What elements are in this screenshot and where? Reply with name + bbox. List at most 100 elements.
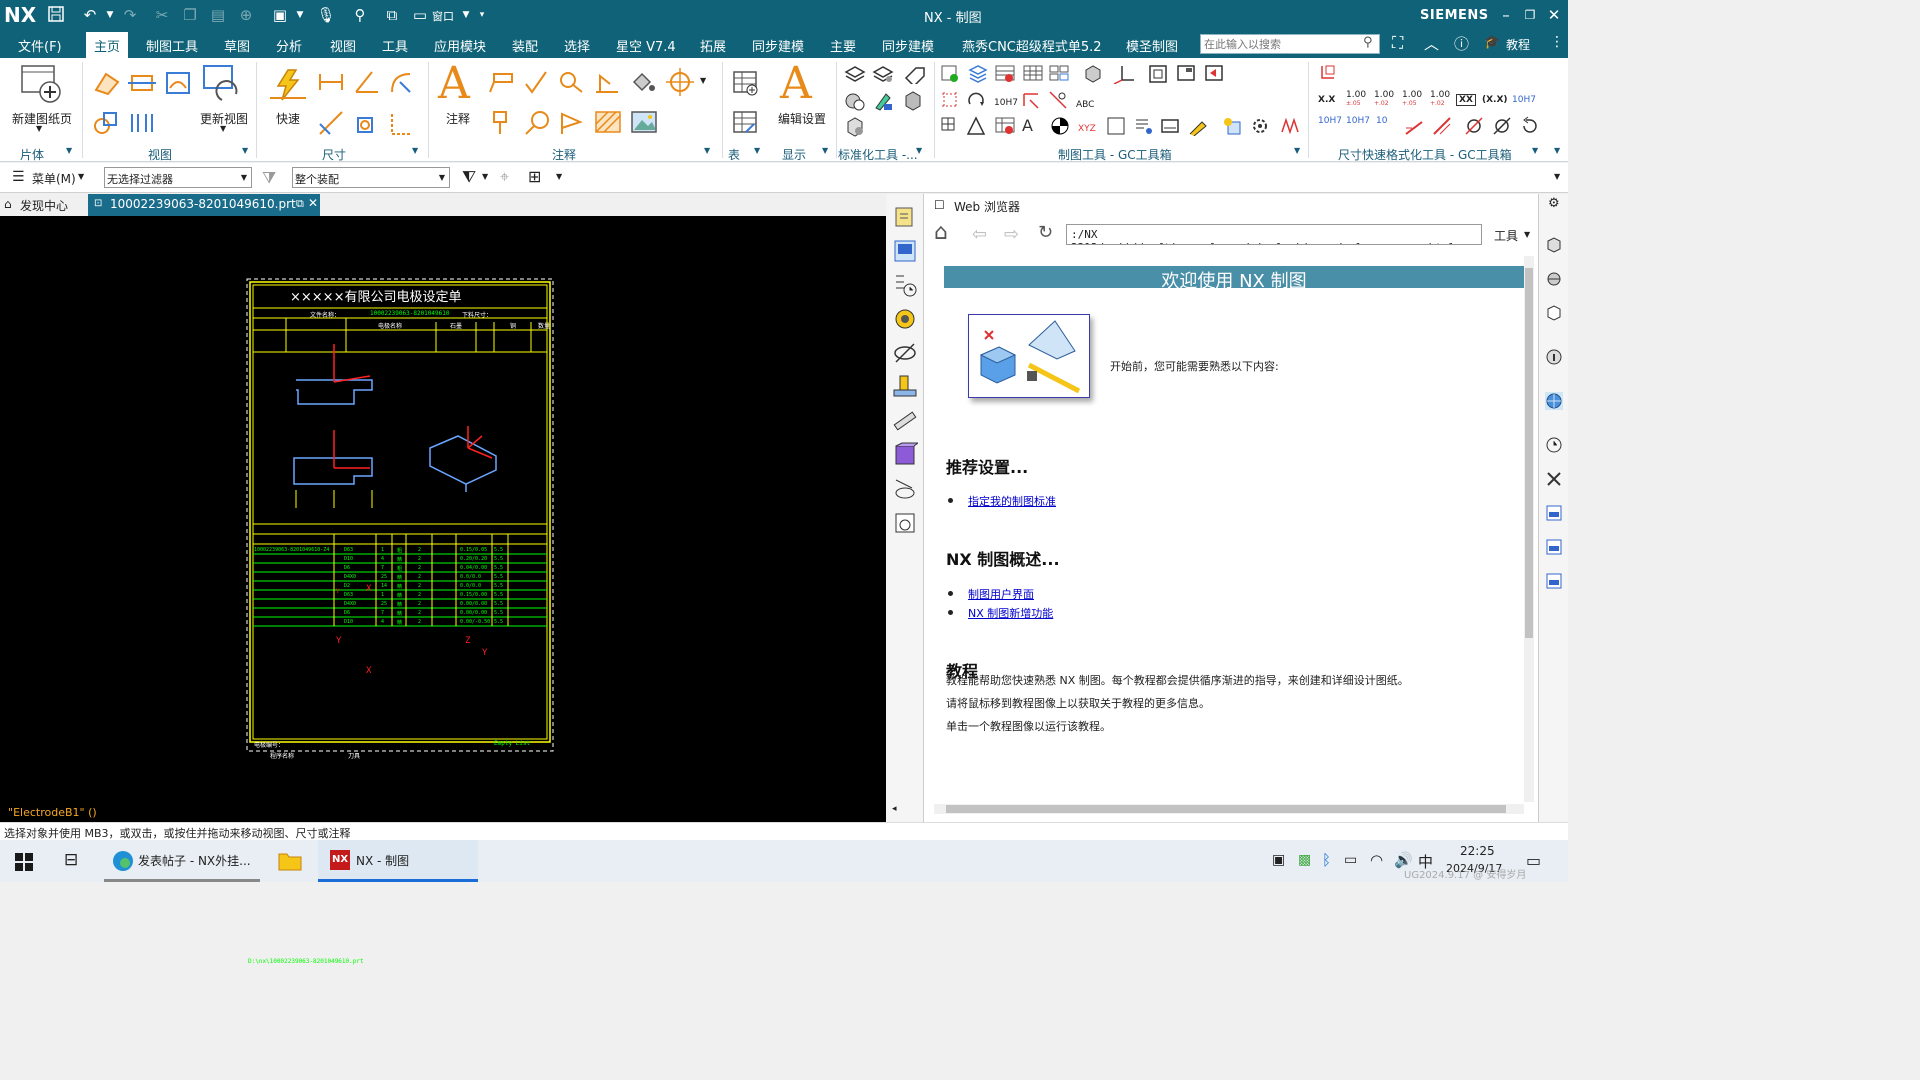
selbar-options-icon[interactable]: ▼ xyxy=(1554,172,1560,181)
refresh-icon[interactable]: ↻ xyxy=(1038,222,1053,243)
reuse-library-icon[interactable] xyxy=(892,306,918,332)
linear-dimension-icon[interactable] xyxy=(318,72,344,92)
point-snap-dropdown-icon[interactable]: ▼ xyxy=(556,172,562,181)
palette-a-icon[interactable] xyxy=(1545,504,1563,522)
edit-object-display-icon[interactable] xyxy=(872,90,894,112)
selection-scope-select[interactable]: 整个装配 ▼ xyxy=(292,167,450,188)
object-display-icon[interactable] xyxy=(844,90,866,112)
gc-frame-icon[interactable] xyxy=(1148,64,1168,84)
part-icon[interactable] xyxy=(1545,304,1563,322)
link-drafting-ui[interactable]: 制图用户界面 xyxy=(968,586,1034,602)
hide-show-icon[interactable] xyxy=(892,476,918,502)
update-view-icon[interactable] xyxy=(202,64,240,104)
gc-fit-10h7[interactable]: 10H7 xyxy=(994,98,1018,108)
gc-wave-icon[interactable] xyxy=(1280,116,1302,136)
group-standardize-dropdown-icon[interactable]: ▼ xyxy=(916,146,922,155)
notification-icon[interactable]: ▭ xyxy=(1526,851,1541,870)
tab-application[interactable]: 应用模块 xyxy=(434,36,486,55)
hatch-icon[interactable] xyxy=(594,110,622,136)
task-view-icon[interactable]: ⊟ xyxy=(64,850,78,870)
tools-icon[interactable] xyxy=(1545,470,1563,488)
search-icon[interactable]: ⚲ xyxy=(1363,35,1373,50)
format-tol-2[interactable]: 1.00 xyxy=(1374,90,1394,100)
layers-icon[interactable] xyxy=(844,64,866,84)
gc-triangle-icon[interactable] xyxy=(966,116,986,136)
menu-dropdown-icon[interactable]: ▼ xyxy=(78,172,84,181)
gc-model-icon[interactable] xyxy=(1082,64,1104,84)
gc-measure-icon[interactable] xyxy=(1022,90,1042,110)
discovery-icon[interactable]: ⌂ xyxy=(4,197,12,211)
gc-origin-icon[interactable] xyxy=(1112,64,1134,84)
format-arrow-b-icon[interactable] xyxy=(1432,116,1452,136)
copy-icon[interactable]: ❐ xyxy=(180,5,200,25)
vertical-scroll-thumb[interactable] xyxy=(1525,268,1533,638)
menu-icon[interactable]: ☰ xyxy=(12,169,25,185)
new-sheet-icon[interactable] xyxy=(20,64,64,104)
link-drafting-standard[interactable]: 指定我的制图标准 xyxy=(968,493,1056,509)
taskbar-edge-item[interactable]: 发表帖子 - NX外挂... xyxy=(104,840,260,882)
assembly-navigator-icon[interactable] xyxy=(1545,236,1563,254)
selection-priority-icon[interactable]: ⌖ xyxy=(500,167,509,187)
gc-layers-icon[interactable] xyxy=(968,64,988,84)
gc-pie-icon[interactable] xyxy=(1050,116,1070,136)
isometric-view[interactable] xyxy=(429,426,497,492)
view-dropdown-icon[interactable]: ▼ xyxy=(290,5,310,25)
snap-filter-icon[interactable]: ⧨ xyxy=(462,167,476,187)
info-icon[interactable] xyxy=(1545,348,1563,366)
tab-discovery-center[interactable]: 发现中心 xyxy=(20,197,68,214)
gc-xyz-text[interactable]: XYZ xyxy=(1078,124,1096,134)
quick-dimension-icon[interactable] xyxy=(270,68,306,102)
windows-start-icon[interactable] xyxy=(14,852,34,872)
save-icon[interactable] xyxy=(46,5,66,25)
group-sheet-dropdown-icon[interactable]: ▼ xyxy=(66,146,72,155)
filter-icon[interactable]: ⧩ xyxy=(262,168,276,188)
gc-sheet-icon[interactable] xyxy=(940,64,960,84)
group-annotation-dropdown-icon[interactable]: ▼ xyxy=(704,146,710,155)
parts-list-icon[interactable] xyxy=(732,110,758,136)
standardize-icon[interactable] xyxy=(844,116,866,138)
gc-title-block-icon[interactable] xyxy=(1176,64,1196,84)
window-icon[interactable]: ▭ xyxy=(410,5,430,25)
tab-main[interactable]: 主要 xyxy=(830,36,856,55)
fill-icon[interactable] xyxy=(630,70,656,94)
constraint-navigator-icon[interactable] xyxy=(1545,270,1563,288)
group-dimension-dropdown-icon[interactable]: ▼ xyxy=(412,146,418,155)
datum-target-icon[interactable] xyxy=(558,70,584,94)
visibility-icon[interactable] xyxy=(892,340,918,366)
collapse-left-icon[interactable]: ◂ xyxy=(892,804,897,814)
top-view[interactable] xyxy=(293,430,373,508)
help-icon[interactable]: ⓘ xyxy=(1454,33,1469,54)
drawing-sheet[interactable] xyxy=(246,278,556,754)
browser-tools-menu[interactable]: 工具 xyxy=(1494,227,1518,244)
microphone-icon[interactable]: 🎙 xyxy=(316,5,336,25)
restore-icon[interactable]: ❐ xyxy=(1520,5,1540,25)
format-fit-c[interactable]: 10 xyxy=(1376,116,1387,126)
taskbar-nx-item[interactable]: NX NX - 制图 xyxy=(318,840,478,882)
tag-icon[interactable] xyxy=(904,64,926,84)
gc-table-icon[interactable] xyxy=(994,64,1016,84)
front-view[interactable] xyxy=(296,344,373,405)
gc-text-a-icon[interactable]: A xyxy=(1022,116,1033,135)
image-icon[interactable] xyxy=(630,110,658,136)
tab-view[interactable]: 视图 xyxy=(330,36,356,55)
gc-abc-text[interactable]: ABC xyxy=(1076,100,1094,110)
group-gc-dimension-dropdown-icon[interactable]: ▼ xyxy=(1532,146,1538,155)
tab-active-file[interactable]: ⊡ 10002239063-8201049610.prt ⧉ ✕ xyxy=(88,194,320,216)
link-new-features[interactable]: NX 制图新增功能 xyxy=(968,605,1053,621)
drawing-navigator-icon[interactable] xyxy=(892,238,918,264)
group-display-dropdown-icon[interactable]: ▼ xyxy=(822,146,828,155)
home-icon[interactable]: ⌂ xyxy=(934,220,948,245)
graphics-window[interactable]: ×××××有限公司电极设定单 文件名称： 10002239063-8201049… xyxy=(0,216,886,965)
command-finder-icon[interactable]: ⚲ xyxy=(350,5,370,25)
table-note-icon[interactable] xyxy=(732,70,758,96)
tab-sketch[interactable]: 草图 xyxy=(224,36,250,55)
back-icon[interactable]: ⇦ xyxy=(972,224,987,245)
tab-selection[interactable]: 选择 xyxy=(564,36,590,55)
horizontal-scroll-thumb[interactable] xyxy=(946,805,1506,813)
minimize-icon[interactable]: – xyxy=(1496,5,1516,25)
gc-box-icon[interactable] xyxy=(1106,116,1126,136)
tutorial-icon[interactable]: 🎓 xyxy=(1484,35,1500,50)
tab-popout-icon[interactable]: ⧉ xyxy=(296,197,304,211)
welcome-image[interactable] xyxy=(968,314,1090,398)
point-snap-icon[interactable]: ⊞ xyxy=(528,167,541,186)
